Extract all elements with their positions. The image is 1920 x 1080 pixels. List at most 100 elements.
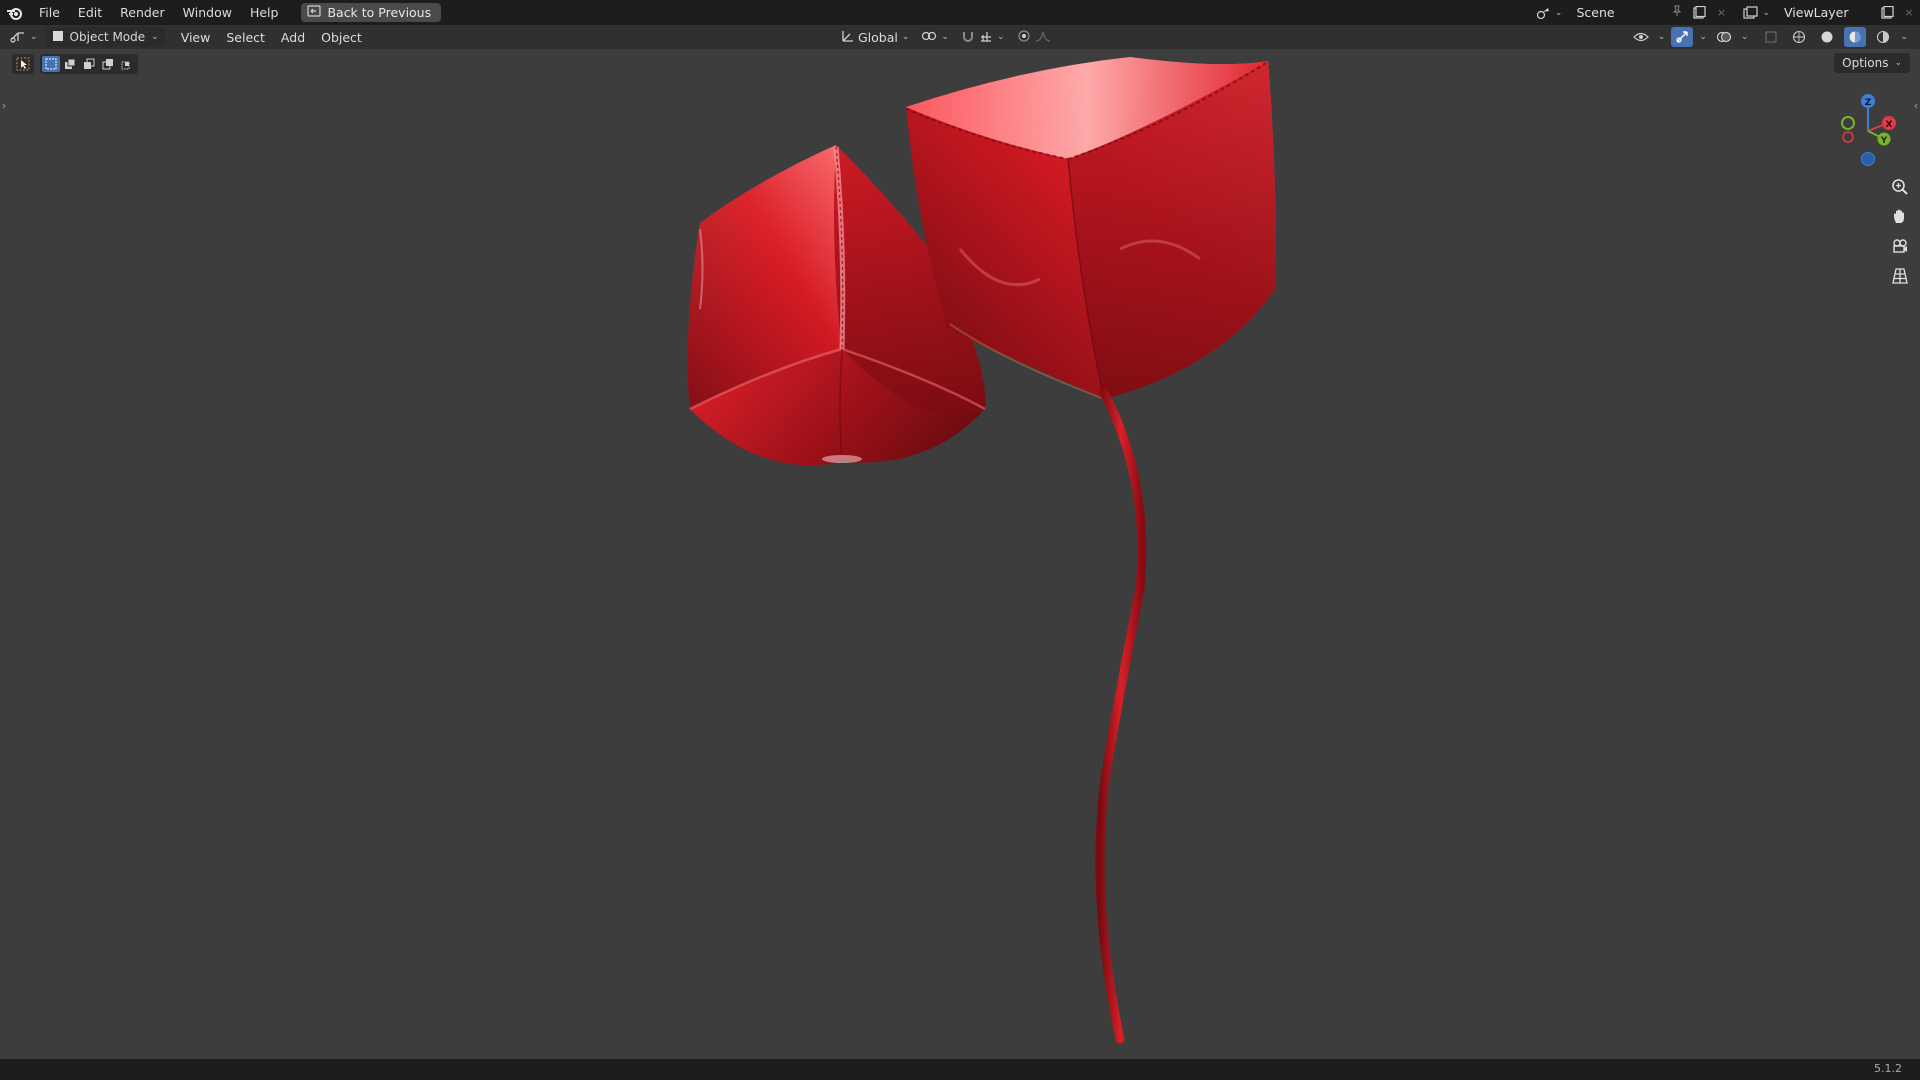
back-to-previous-button[interactable]: Back to Previous — [301, 3, 442, 22]
hand-icon — [1894, 209, 1904, 223]
gizmo-chevron-down-icon[interactable]: ⌄ — [1699, 32, 1707, 42]
falloff-curve-icon — [1035, 29, 1051, 46]
orientation-axis-icon — [840, 29, 854, 46]
version-label: 5.1.2 — [1874, 1062, 1902, 1075]
sidebar-expand-arrow-icon[interactable]: ‹ — [1914, 101, 1918, 112]
scene-name: Scene — [1576, 5, 1615, 20]
overlays-chevron-down-icon[interactable]: ⌄ — [1741, 32, 1749, 42]
3d-viewport[interactable]: › ‹ Options ⌄ Z X Y — [0, 49, 1920, 1059]
editor-type-button[interactable]: ⌄ — [0, 27, 42, 47]
menu-add[interactable]: Add — [273, 27, 313, 47]
new-scene-icon[interactable] — [1688, 3, 1710, 22]
delete-viewlayer-icon[interactable]: × — [1898, 3, 1920, 22]
navigation-gizmo[interactable]: Z X Y — [1834, 87, 1904, 167]
select-tool-button[interactable] — [12, 54, 34, 74]
wireframe-shading-icon[interactable] — [1788, 27, 1810, 47]
show-overlays-icon[interactable] — [1713, 27, 1735, 47]
rendered-shading-icon[interactable] — [1872, 27, 1894, 47]
shading-chevron-down-icon[interactable]: ⌄ — [1900, 32, 1908, 42]
select-subtract-icon — [84, 58, 95, 69]
zoom-icon — [1892, 179, 1908, 195]
tool-header — [12, 54, 138, 74]
viewlayer-chevron-down-icon[interactable]: ⌄ — [1762, 8, 1770, 18]
object-mode-chevron-down-icon: ⌄ — [151, 32, 159, 42]
gizmo-y-label: Y — [1880, 136, 1888, 146]
object-mode-label: Object Mode — [69, 30, 146, 44]
snap-toggle[interactable]: ⌄ — [959, 27, 1007, 47]
options-dropdown[interactable]: Options ⌄ — [1834, 53, 1910, 73]
toggle-projection-button[interactable] — [1888, 264, 1912, 288]
pin-icon[interactable] — [1672, 5, 1682, 20]
scene-selector-icon[interactable] — [1533, 3, 1555, 22]
toolbar-expand-arrow-icon[interactable]: › — [2, 101, 6, 112]
new-viewlayer-icon[interactable] — [1876, 3, 1898, 22]
snap-magnet-icon — [961, 29, 975, 46]
viewlayer-name-field[interactable]: ViewLayer — [1776, 3, 1876, 22]
select-new-mode[interactable] — [42, 56, 60, 72]
pan-view-button[interactable] — [1888, 204, 1912, 228]
top-right-controls: ⌄ Scene × ⌄ ViewLayer × — [1533, 0, 1920, 25]
gizmo-x-label: X — [1886, 120, 1893, 130]
scene-name-field[interactable]: Scene — [1568, 3, 1689, 22]
select-intersect-mode[interactable] — [118, 56, 136, 72]
select-invert-icon — [102, 59, 113, 70]
editor-type-icon — [10, 29, 26, 46]
scene-render — [687, 57, 1276, 1044]
gizmo-neg-z-axis[interactable] — [1861, 152, 1875, 166]
back-to-previous-label: Back to Previous — [327, 5, 432, 20]
blender-logo-icon[interactable] — [0, 0, 30, 25]
visibility-chevron-down-icon[interactable]: ⌄ — [1658, 32, 1666, 42]
options-chevron-down-icon: ⌄ — [1894, 58, 1902, 68]
menu-select[interactable]: Select — [218, 27, 273, 47]
gizmo-neg-y-axis[interactable] — [1841, 116, 1855, 130]
select-extend-mode[interactable] — [61, 56, 79, 72]
camera-view-button[interactable] — [1888, 234, 1912, 258]
object-mode-dropdown[interactable]: Object Mode ⌄ — [45, 27, 165, 47]
visibility-selectability-icon[interactable] — [1630, 27, 1652, 47]
menu-render[interactable]: Render — [111, 0, 174, 25]
status-bar: 5.1.2 — [0, 1059, 1920, 1080]
gizmo-neg-x-axis[interactable] — [1842, 131, 1854, 143]
scene-chevron-down-icon[interactable]: ⌄ — [1555, 8, 1563, 18]
menu-edit[interactable]: Edit — [69, 0, 111, 25]
select-new-icon — [45, 58, 57, 70]
viewport-header: ⌄ Object Mode ⌄ View Select Add Object G… — [0, 25, 1920, 49]
xray-toggle-icon[interactable] — [1760, 27, 1782, 47]
balloon-stick — [1095, 388, 1147, 1044]
viewlayer-selector-icon[interactable] — [1740, 3, 1762, 22]
viewlayer-name: ViewLayer — [1784, 5, 1849, 20]
viewport-display-tools: ⌄ ⌄ ⌄ ⌄ — [1630, 27, 1908, 47]
zoom-view-button[interactable] — [1888, 175, 1912, 199]
menu-window[interactable]: Window — [174, 0, 241, 25]
menu-object[interactable]: Object — [313, 27, 370, 47]
show-gizmo-toggle-icon[interactable] — [1671, 27, 1694, 47]
transform-tools: Global ⌄ ⌄ ⌄ — [838, 27, 1053, 47]
cursor-icon — [16, 57, 30, 71]
proportional-editing-icon — [1017, 29, 1031, 46]
solid-shading-icon[interactable] — [1816, 27, 1838, 47]
orientation-chevron-down-icon: ⌄ — [901, 32, 910, 42]
select-extend-icon — [65, 58, 76, 69]
select-intersect-icon — [121, 61, 130, 70]
proportional-editing-toggle[interactable] — [1015, 27, 1053, 47]
pivot-point-dropdown[interactable]: ⌄ — [919, 27, 951, 47]
menu-file[interactable]: File — [30, 0, 69, 25]
options-label: Options — [1842, 56, 1889, 70]
delete-scene-icon[interactable]: × — [1710, 3, 1732, 22]
snap-target-icon — [979, 29, 993, 46]
editor-type-chevron-down-icon: ⌄ — [30, 32, 38, 42]
selection-mode-group — [40, 54, 138, 74]
menu-view[interactable]: View — [173, 27, 219, 47]
top-bar: File Edit Render Window Help Back to Pre… — [0, 0, 1920, 25]
object-mode-icon — [52, 30, 64, 45]
material-preview-shading-icon[interactable] — [1844, 27, 1867, 47]
transform-orientation-dropdown[interactable]: Global ⌄ — [838, 27, 911, 47]
perspective-grid-icon — [1892, 268, 1908, 284]
gizmo-z-label: Z — [1865, 98, 1872, 108]
select-invert-mode[interactable] — [99, 56, 117, 72]
select-subtract-mode[interactable] — [80, 56, 98, 72]
pivot-point-icon — [921, 29, 937, 46]
snap-chevron-down-icon: ⌄ — [996, 32, 1005, 42]
camera-icon — [1893, 239, 1907, 253]
menu-help[interactable]: Help — [241, 0, 288, 25]
